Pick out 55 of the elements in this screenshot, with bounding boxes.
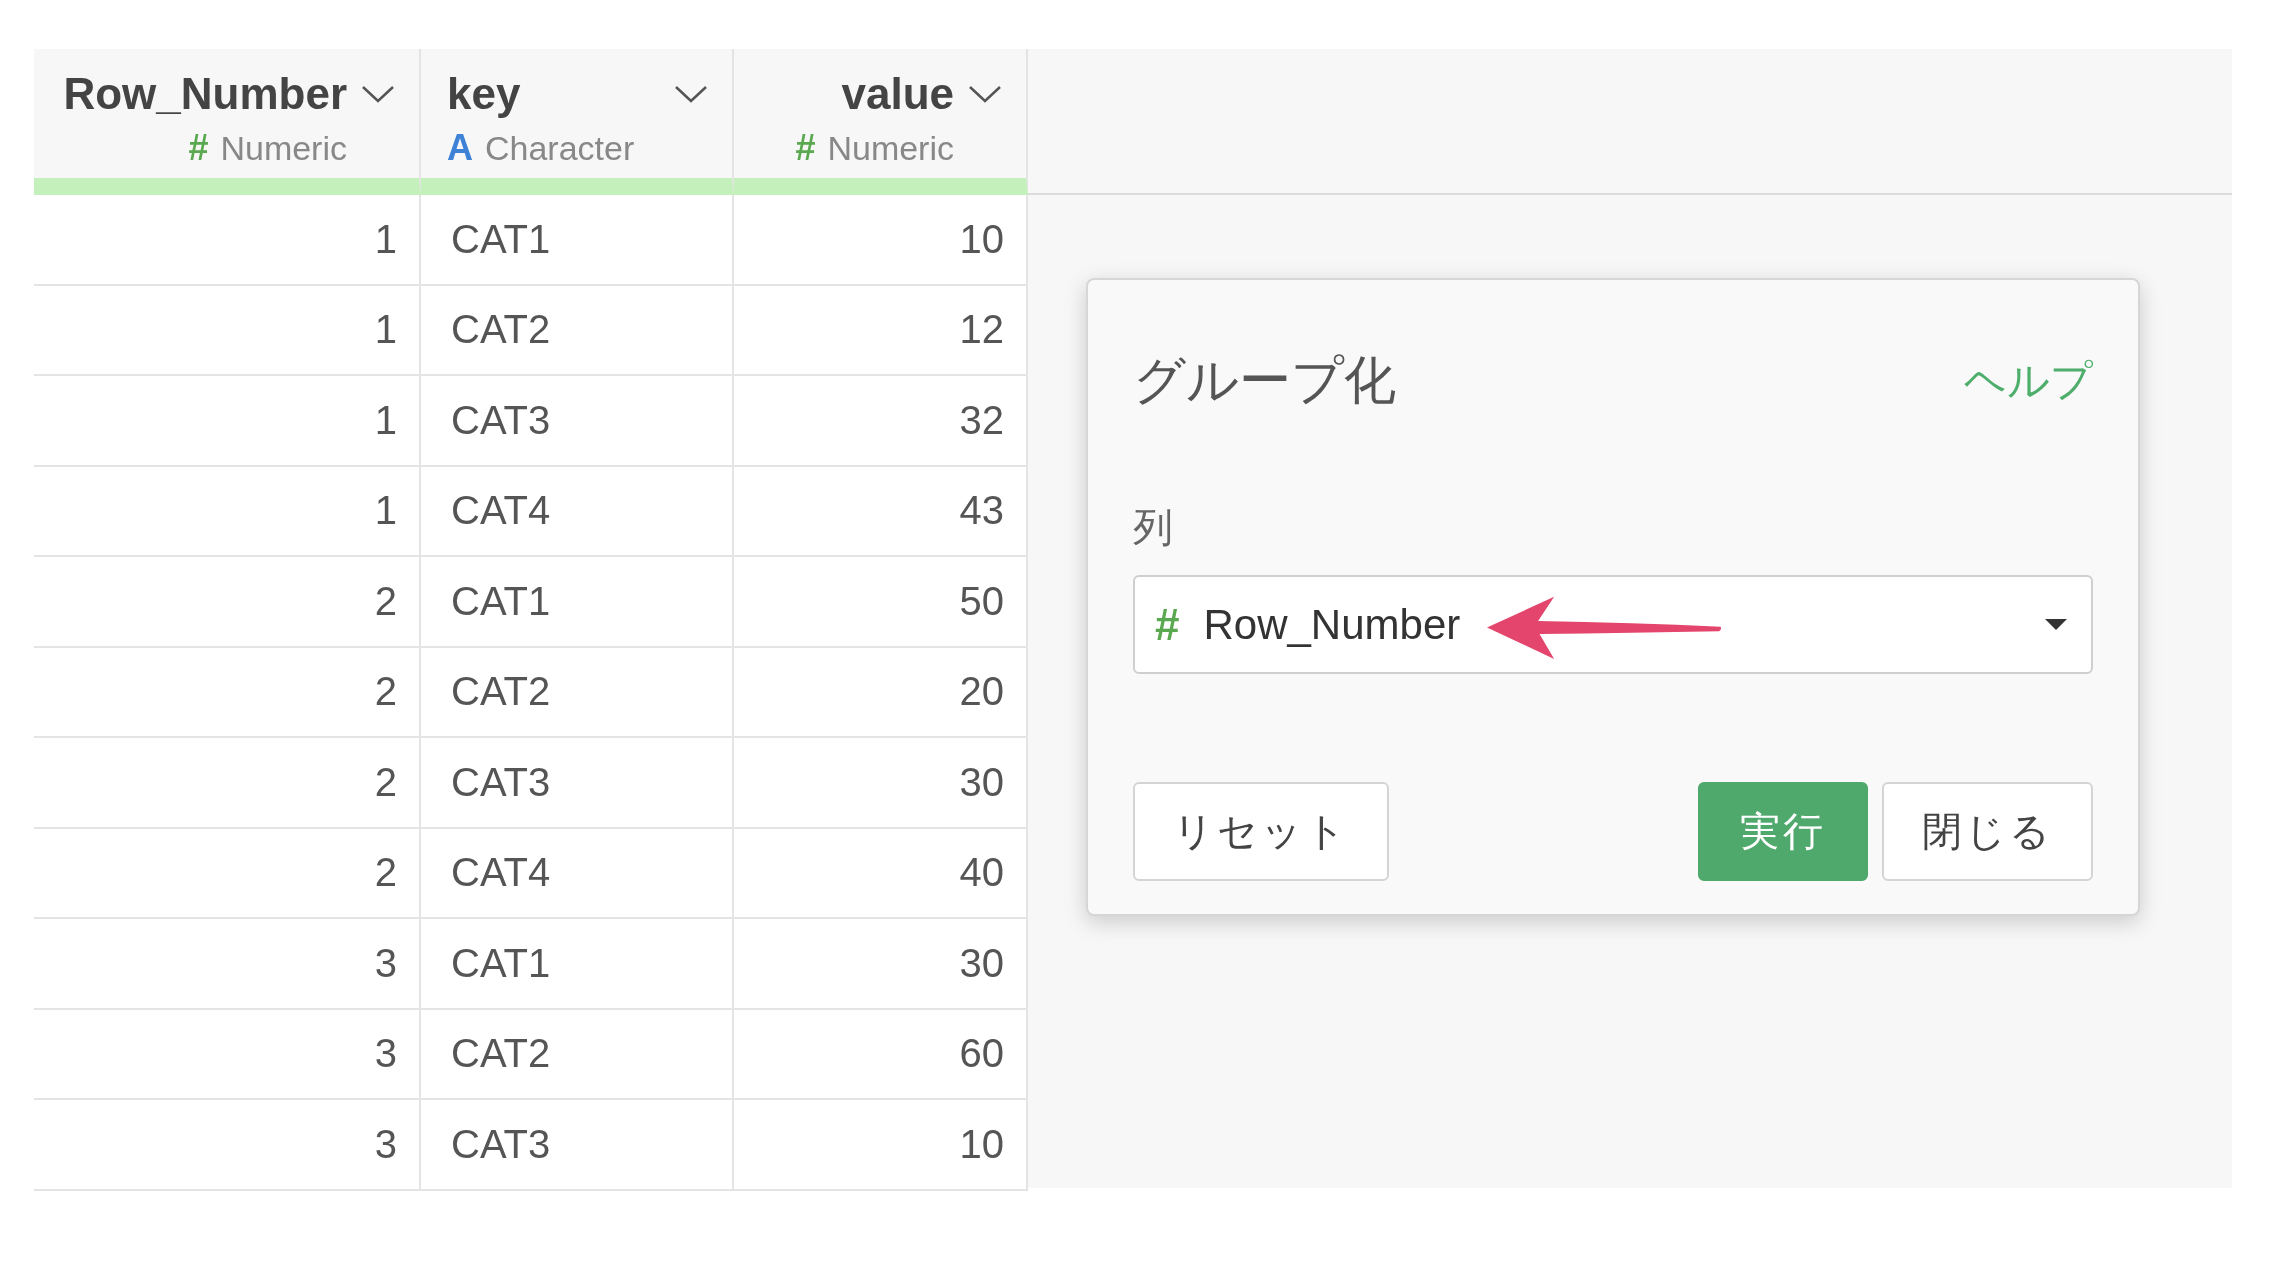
table-cell: CAT1 (421, 195, 734, 286)
table-cell: 3 (34, 1009, 421, 1100)
table-cell: CAT3 (421, 376, 734, 467)
table-cell: 43 (734, 466, 1028, 557)
table-cell: 30 (734, 738, 1028, 829)
table-cell: CAT2 (421, 647, 734, 738)
hash-icon: # (188, 127, 209, 169)
table-cell: 30 (734, 919, 1028, 1010)
column-type: Numeric (220, 129, 347, 168)
table-cell: 10 (734, 1100, 1028, 1191)
hash-icon: # (1155, 599, 1180, 650)
table-cell: 1 (34, 285, 421, 376)
table-cell: 2 (34, 738, 421, 829)
table-cell: 2 (34, 828, 421, 919)
column-header[interactable]: value # Numeric (734, 49, 1028, 195)
table-cell: 3 (34, 1100, 421, 1191)
table-cell: 60 (734, 1009, 1028, 1100)
table-cell: 1 (34, 466, 421, 557)
table-cell: CAT3 (421, 738, 734, 829)
caret-icon (2045, 619, 2067, 630)
table-cell: 12 (734, 285, 1028, 376)
hash-icon: # (795, 127, 816, 169)
table-cell: CAT4 (421, 828, 734, 919)
table-cell: 2 (34, 557, 421, 648)
column-name: key (447, 69, 522, 119)
table-cell: 40 (734, 828, 1028, 919)
column-type: Numeric (827, 129, 954, 168)
chevron-down-icon[interactable] (361, 84, 395, 104)
column-header[interactable]: Row_Number # Numeric (34, 49, 421, 195)
close-button[interactable]: 閉じる (1882, 782, 2093, 881)
table-cell: 1 (34, 376, 421, 467)
field-label: 列 (1133, 504, 1173, 551)
table-cell: 20 (734, 647, 1028, 738)
column-header[interactable]: key A Character (421, 49, 734, 195)
column-name: Row_Number (62, 69, 347, 119)
table-cell: CAT4 (421, 466, 734, 557)
table-cell: 3 (34, 919, 421, 1010)
column-type: Character (485, 129, 635, 168)
reset-button[interactable]: リセット (1133, 782, 1389, 881)
table-cell: CAT2 (421, 285, 734, 376)
table-cell: 10 (734, 195, 1028, 286)
letter-icon: A (447, 127, 473, 169)
chevron-down-icon[interactable] (968, 84, 1002, 104)
column-select[interactable]: # Row_Number (1133, 575, 2093, 674)
table-cell: 2 (34, 647, 421, 738)
column-name: value (840, 69, 954, 119)
table-cell: 32 (734, 376, 1028, 467)
dialog-title: グループ化 (1133, 350, 1396, 411)
table-cell: CAT1 (421, 919, 734, 1010)
table-cell: CAT3 (421, 1100, 734, 1191)
chevron-down-icon[interactable] (674, 84, 708, 104)
table-cell: 1 (34, 195, 421, 286)
table-cell: CAT1 (421, 557, 734, 648)
table-cell: 50 (734, 557, 1028, 648)
table-cell: CAT2 (421, 1009, 734, 1100)
